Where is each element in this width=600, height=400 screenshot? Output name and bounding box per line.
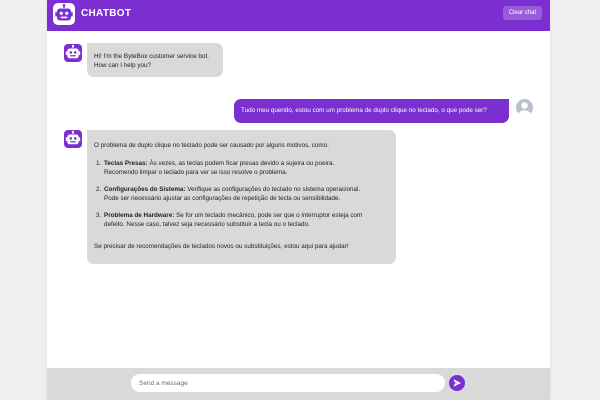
robot-icon (64, 44, 82, 62)
answer-outro: Se precisar de recomendações de teclados… (94, 243, 349, 250)
composer-bar (47, 368, 550, 400)
message-input[interactable] (131, 374, 445, 392)
send-icon (453, 379, 461, 387)
robot-icon (53, 3, 75, 25)
list-item-title: Problema de Hardware: (104, 212, 175, 219)
list-item-number: 2. (96, 186, 102, 193)
clear-chat-button[interactable]: Clear chat (503, 6, 542, 20)
list-item-title: Configurações do Sistema: (104, 186, 186, 193)
bot-message-greeting: Hi! I'm the ByteBox customer service bot… (87, 43, 223, 77)
list-item-text: Pode ser necessário ajustar as configura… (104, 195, 341, 203)
list-item-text: Às vezes, as teclas podem ficar presas d… (147, 160, 335, 167)
user-message: Tudo meu querido, estou com um problema … (234, 99, 509, 123)
list-item-number: 3. (96, 212, 102, 219)
list-item-text: Se for um teclado mecânico, pode ser que… (174, 212, 363, 219)
message-line: How can I help you? (94, 62, 152, 70)
message-line: Tudo meu querido, estou com um problema … (241, 107, 487, 114)
list-item-number: 1. (96, 160, 102, 167)
list-item: 3. Problema de Hardware: Se for um tecla… (96, 211, 363, 237)
list-item: 1. Teclas Presas: Às vezes, as teclas po… (96, 159, 362, 185)
list-item-text: Recomendo limpar o teclado para ver se i… (104, 169, 288, 177)
chat-window: CHATBOT Clear chat Hi! I'm the ByteBox c… (47, 0, 550, 400)
answer-intro: O problema de duplo clique no teclado po… (94, 142, 329, 149)
list-item-text: defeito. Nesse caso, talvez seja necessá… (104, 221, 310, 229)
user-avatar-icon (516, 99, 533, 116)
list-item-title: Teclas Presas: (104, 160, 148, 167)
list-item-text: Verifique as configurações do teclado no… (185, 186, 361, 193)
answer-list: 1. Teclas Presas: Às vezes, as teclas po… (96, 159, 363, 237)
list-item: 2. Configurações do Sistema: Verifique a… (96, 185, 362, 211)
bot-message-answer: O problema de duplo clique no teclado po… (87, 130, 396, 264)
robot-icon (64, 130, 82, 148)
send-button[interactable] (449, 375, 465, 391)
message-line: Hi! I'm the ByteBox customer service bot… (94, 53, 209, 60)
header-bar: CHATBOT Clear chat (47, 0, 550, 31)
app-title: CHATBOT (81, 8, 132, 19)
